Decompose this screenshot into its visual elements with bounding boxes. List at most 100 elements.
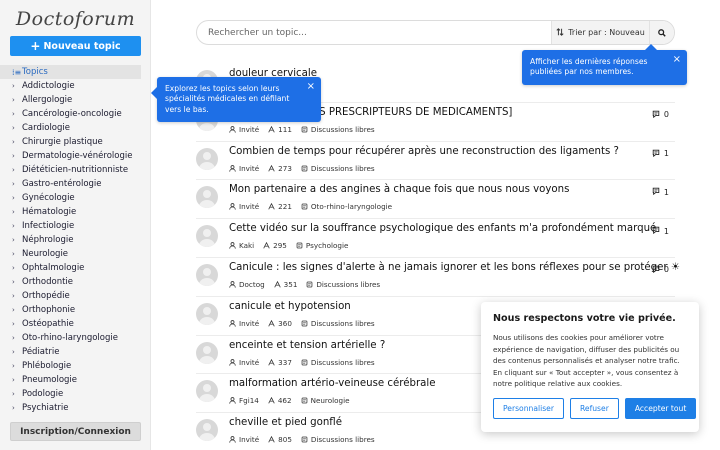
new-topic-label: Nouveau topic	[43, 40, 121, 52]
topic-views: 805	[278, 435, 292, 445]
topic-meta: Invité 360 Discussions libres	[229, 319, 384, 328]
sort-tooltip-text: Afficher les dernières réponses publiées…	[530, 57, 648, 77]
sidebar-item-orthophonie[interactable]: › Orthophonie	[0, 303, 141, 317]
topic-category[interactable]: Psychologie	[306, 241, 349, 250]
reply-count-value: 1	[663, 149, 669, 159]
topic-category[interactable]: Discussions libres	[311, 358, 375, 367]
views-icon	[268, 164, 275, 172]
reply-count-value: 1	[663, 187, 669, 197]
sidebar-item-podologie[interactable]: › Podologie	[0, 387, 141, 401]
search-bar: Trier par : Nouveau	[196, 20, 675, 45]
chevron-right-icon: ›	[12, 278, 15, 286]
sidebar-item-chirurgie-plastique[interactable]: › Chirurgie plastique	[0, 135, 141, 149]
sidebar-item-topics[interactable]: ⁞≡ Topics	[0, 65, 141, 79]
close-icon[interactable]: ×	[307, 82, 315, 92]
topic-title[interactable]: cheville et pied gonflé	[229, 417, 342, 428]
topic-meta: Invité 805 Discussions libres	[229, 435, 384, 444]
sidebar-item-label: Gastro-entérologie	[22, 179, 102, 189]
sidebar-item-neurologie[interactable]: › Neurologie	[0, 247, 141, 261]
topic-author[interactable]: Invité	[239, 202, 259, 211]
category-icon	[301, 359, 308, 366]
sidebar-item-allergologie[interactable]: › Allergologie	[0, 93, 141, 107]
sort-button[interactable]: Trier par : Nouveau	[551, 21, 649, 44]
sidebar-item-label: Orthopédie	[22, 291, 70, 301]
topic-category[interactable]: Discussions libres	[311, 319, 375, 328]
topic-author[interactable]: Invité	[239, 358, 259, 367]
sidebar-item-p-diatrie[interactable]: › Pédiatrie	[0, 345, 141, 359]
topic-author[interactable]: Fgi14	[239, 396, 259, 405]
sidebar-item-gastro-ent-rologie[interactable]: › Gastro-entérologie	[0, 177, 141, 191]
sidebar-item-orthodontie[interactable]: › Orthodontie	[0, 275, 141, 289]
topic-row[interactable]: Cette vidéo sur la souffrance psychologi…	[196, 219, 675, 258]
category-icon	[301, 203, 308, 210]
sidebar-item-addictologie[interactable]: › Addictologie	[0, 79, 141, 93]
topic-title[interactable]: Canicule : les signes d'alerte à ne jama…	[229, 262, 680, 273]
chevron-right-icon: ›	[12, 348, 15, 356]
sidebar-item-cardiologie[interactable]: › Cardiologie	[0, 121, 141, 135]
login-button[interactable]: Inscription/Connexion	[10, 422, 141, 441]
reply-count-value: 1	[663, 226, 669, 236]
sidebar-item-phl-bologie[interactable]: › Phlébologie	[0, 359, 141, 373]
sidebar-item-label: Neurologie	[22, 249, 69, 259]
topic-title[interactable]: Mon partenaire a des angines à chaque fo…	[229, 184, 569, 195]
topic-title[interactable]: canicule et hypotension	[229, 301, 351, 312]
cookie-text: Nous utilisons des cookies pour améliore…	[493, 333, 680, 389]
topic-category[interactable]: Discussions libres	[316, 280, 380, 289]
chevron-right-icon: ›	[12, 110, 15, 118]
sidebar-item-di-t-ticien-nutritionniste[interactable]: › Diététicien-nutritionniste	[0, 163, 141, 177]
topic-category[interactable]: Oto-rhino-laryngologie	[311, 202, 392, 211]
topic-title[interactable]: Combien de temps pour récupérer après un…	[229, 146, 619, 157]
customize-button[interactable]: Personnaliser	[493, 398, 564, 419]
sidebar-item-h-matologie[interactable]: › Hématologie	[0, 205, 141, 219]
topic-author[interactable]: Kaki	[239, 241, 254, 250]
user-icon	[229, 242, 236, 249]
sidebar-item-label: Topics	[22, 67, 48, 77]
search-button[interactable]	[649, 21, 674, 44]
topic-views: 360	[278, 318, 292, 328]
sidebar-item-n-phrologie[interactable]: › Néphrologie	[0, 233, 141, 247]
topic-author[interactable]: Doctog	[239, 280, 265, 289]
topic-title[interactable]: malformation artério-veineuse cérébrale	[229, 378, 436, 389]
topic-row[interactable]: Canicule : les signes d'alerte à ne jama…	[196, 258, 680, 297]
sidebar-item-dermatologie-v-n-rologie[interactable]: › Dermatologie-vénérologie	[0, 149, 141, 163]
sidebar-item-label: Infectiologie	[22, 221, 75, 231]
topic-row[interactable]: Mon partenaire a des angines à chaque fo…	[196, 180, 675, 220]
topic-views: 273	[278, 163, 292, 173]
topic-row[interactable]: Combien de temps pour récupérer après un…	[196, 142, 675, 181]
comment-icon	[652, 110, 660, 120]
new-topic-button[interactable]: + Nouveau topic	[10, 36, 141, 56]
sidebar-item-infectiologie[interactable]: › Infectiologie	[0, 219, 141, 233]
topic-title[interactable]: enceinte et tension artérielle ?	[229, 340, 385, 351]
search-input[interactable]	[197, 21, 551, 44]
close-icon[interactable]: ×	[673, 55, 681, 65]
sidebar-item-ost-opathie[interactable]: › Ostéopathie	[0, 317, 141, 331]
site-logo[interactable]: Doctoforum	[0, 8, 151, 30]
views-icon	[268, 319, 275, 327]
sidebar-item-orthop-die[interactable]: › Orthopédie	[0, 289, 141, 303]
refuse-button[interactable]: Refuser	[569, 398, 619, 419]
sidebar-item-pneumologie[interactable]: › Pneumologie	[0, 373, 141, 387]
comment-icon	[652, 265, 660, 275]
avatar	[196, 147, 218, 170]
sidebar-item-label: Ophtalmologie	[22, 263, 85, 273]
views-icon	[263, 242, 270, 249]
category-icon	[306, 281, 313, 288]
topic-author[interactable]: Invité	[239, 435, 259, 444]
topic-category[interactable]: Discussions libres	[311, 435, 375, 444]
accept-all-button[interactable]: Accepter tout	[624, 398, 697, 419]
reply-count: 0	[652, 110, 669, 120]
topic-category[interactable]: Discussions libres	[311, 125, 375, 134]
topic-category[interactable]: Discussions libres	[311, 164, 375, 173]
sidebar-item-oto-rhino-laryngologie[interactable]: › Oto-rhino-laryngologie	[0, 331, 141, 345]
sidebar-item-gyn-cologie[interactable]: › Gynécologie	[0, 191, 141, 205]
sidebar-item-psychiatrie[interactable]: › Psychiatrie	[0, 401, 141, 415]
topic-author[interactable]: Invité	[239, 125, 259, 134]
cookie-title: Nous respectons votre vie privée.	[493, 313, 676, 324]
topic-category[interactable]: Neurologie	[311, 396, 350, 405]
topic-author[interactable]: Invité	[239, 319, 259, 328]
topic-title[interactable]: Cette vidéo sur la souffrance psychologi…	[229, 223, 656, 234]
sidebar-item-ophtalmologie[interactable]: › Ophtalmologie	[0, 261, 141, 275]
comment-icon	[652, 226, 660, 236]
sidebar-item-canc-rologie-oncologie[interactable]: › Cancérologie-oncologie	[0, 107, 141, 121]
topic-author[interactable]: Invité	[239, 164, 259, 173]
